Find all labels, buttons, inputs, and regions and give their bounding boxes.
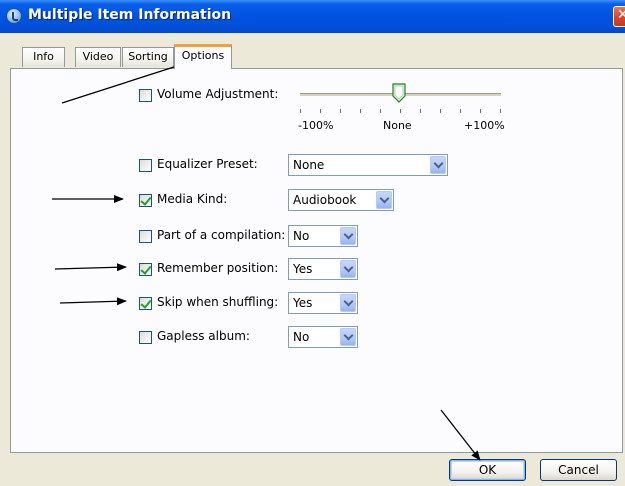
media-kind-checkbox[interactable] <box>139 194 152 207</box>
compilation-select[interactable]: No <box>288 225 358 247</box>
chevron-down-icon <box>343 296 354 307</box>
check-icon <box>140 263 152 275</box>
volume-max-label: +100% <box>464 119 505 132</box>
compilation-label: Part of a compilation: <box>157 228 286 242</box>
remember-position-label: Remember position: <box>157 261 279 275</box>
slider-tick <box>440 109 441 113</box>
slider-tick <box>300 109 301 113</box>
media-kind-select[interactable]: Audiobook <box>288 189 394 211</box>
tab-sorting[interactable]: Sorting <box>122 47 174 67</box>
chevron-down-icon <box>343 262 354 273</box>
volume-adjustment-label: Volume Adjustment: <box>157 87 279 101</box>
dropdown-button[interactable] <box>376 191 392 209</box>
slider-tick <box>500 109 501 113</box>
slider-tick <box>360 109 361 113</box>
check-icon <box>140 194 152 206</box>
equalizer-preset-checkbox[interactable] <box>139 159 152 172</box>
dropdown-button[interactable] <box>430 156 446 174</box>
dropdown-button[interactable] <box>340 294 356 312</box>
tab-video[interactable]: Video <box>75 47 121 67</box>
slider-tick <box>380 109 381 113</box>
volume-slider-thumb[interactable] <box>392 83 406 103</box>
slider-tick <box>460 109 461 113</box>
tab-strip: Info Video Sorting Options <box>0 33 625 73</box>
equalizer-preset-label: Equalizer Preset: <box>157 157 258 171</box>
volume-min-label: -100% <box>298 119 334 132</box>
equalizer-preset-value: None <box>293 158 325 172</box>
media-kind-value: Audiobook <box>293 193 357 207</box>
dropdown-button[interactable] <box>340 227 356 245</box>
slider-tick <box>320 109 321 113</box>
gapless-album-select[interactable]: No <box>288 326 358 348</box>
skip-shuffling-value: Yes <box>293 296 313 310</box>
gapless-album-value: No <box>293 330 310 344</box>
dropdown-button[interactable] <box>340 328 356 346</box>
chevron-down-icon <box>379 193 390 204</box>
chevron-down-icon <box>343 330 354 341</box>
gapless-album-label: Gapless album: <box>157 329 250 343</box>
compilation-checkbox[interactable] <box>139 230 152 243</box>
close-button[interactable]: ✕ <box>613 6 625 27</box>
ok-button[interactable]: OK <box>449 459 526 481</box>
media-kind-label: Media Kind: <box>157 192 228 206</box>
remember-position-checkbox[interactable] <box>139 263 152 276</box>
close-icon: ✕ <box>617 7 625 23</box>
remember-position-value: Yes <box>293 262 313 276</box>
slider-tick <box>420 109 421 113</box>
volume-adjustment-checkbox[interactable] <box>139 89 152 102</box>
dropdown-button[interactable] <box>340 260 356 278</box>
skip-shuffling-select[interactable]: Yes <box>288 292 358 314</box>
dialog-window: Multiple Item Information ✕ Info Video S… <box>0 0 625 486</box>
volume-mid-label: None <box>383 119 412 132</box>
chevron-down-icon <box>343 229 354 240</box>
skip-shuffling-checkbox[interactable] <box>139 297 152 310</box>
check-icon <box>140 297 152 309</box>
chevron-down-icon <box>433 158 444 169</box>
itunes-icon <box>6 8 22 24</box>
remember-position-select[interactable]: Yes <box>288 258 358 280</box>
slider-tick <box>400 109 401 113</box>
window-title: Multiple Item Information <box>28 7 232 23</box>
slider-tick <box>340 109 341 113</box>
tab-info[interactable]: Info <box>22 47 65 67</box>
slider-tick <box>480 109 481 113</box>
gapless-album-checkbox[interactable] <box>139 331 152 344</box>
title-bar[interactable]: Multiple Item Information ✕ <box>0 0 625 33</box>
equalizer-preset-select[interactable]: None <box>288 154 448 176</box>
tab-options[interactable]: Options <box>174 44 232 69</box>
skip-shuffling-label: Skip when shuffling: <box>157 295 279 309</box>
cancel-button[interactable]: Cancel <box>540 459 617 481</box>
compilation-value: No <box>293 229 310 243</box>
